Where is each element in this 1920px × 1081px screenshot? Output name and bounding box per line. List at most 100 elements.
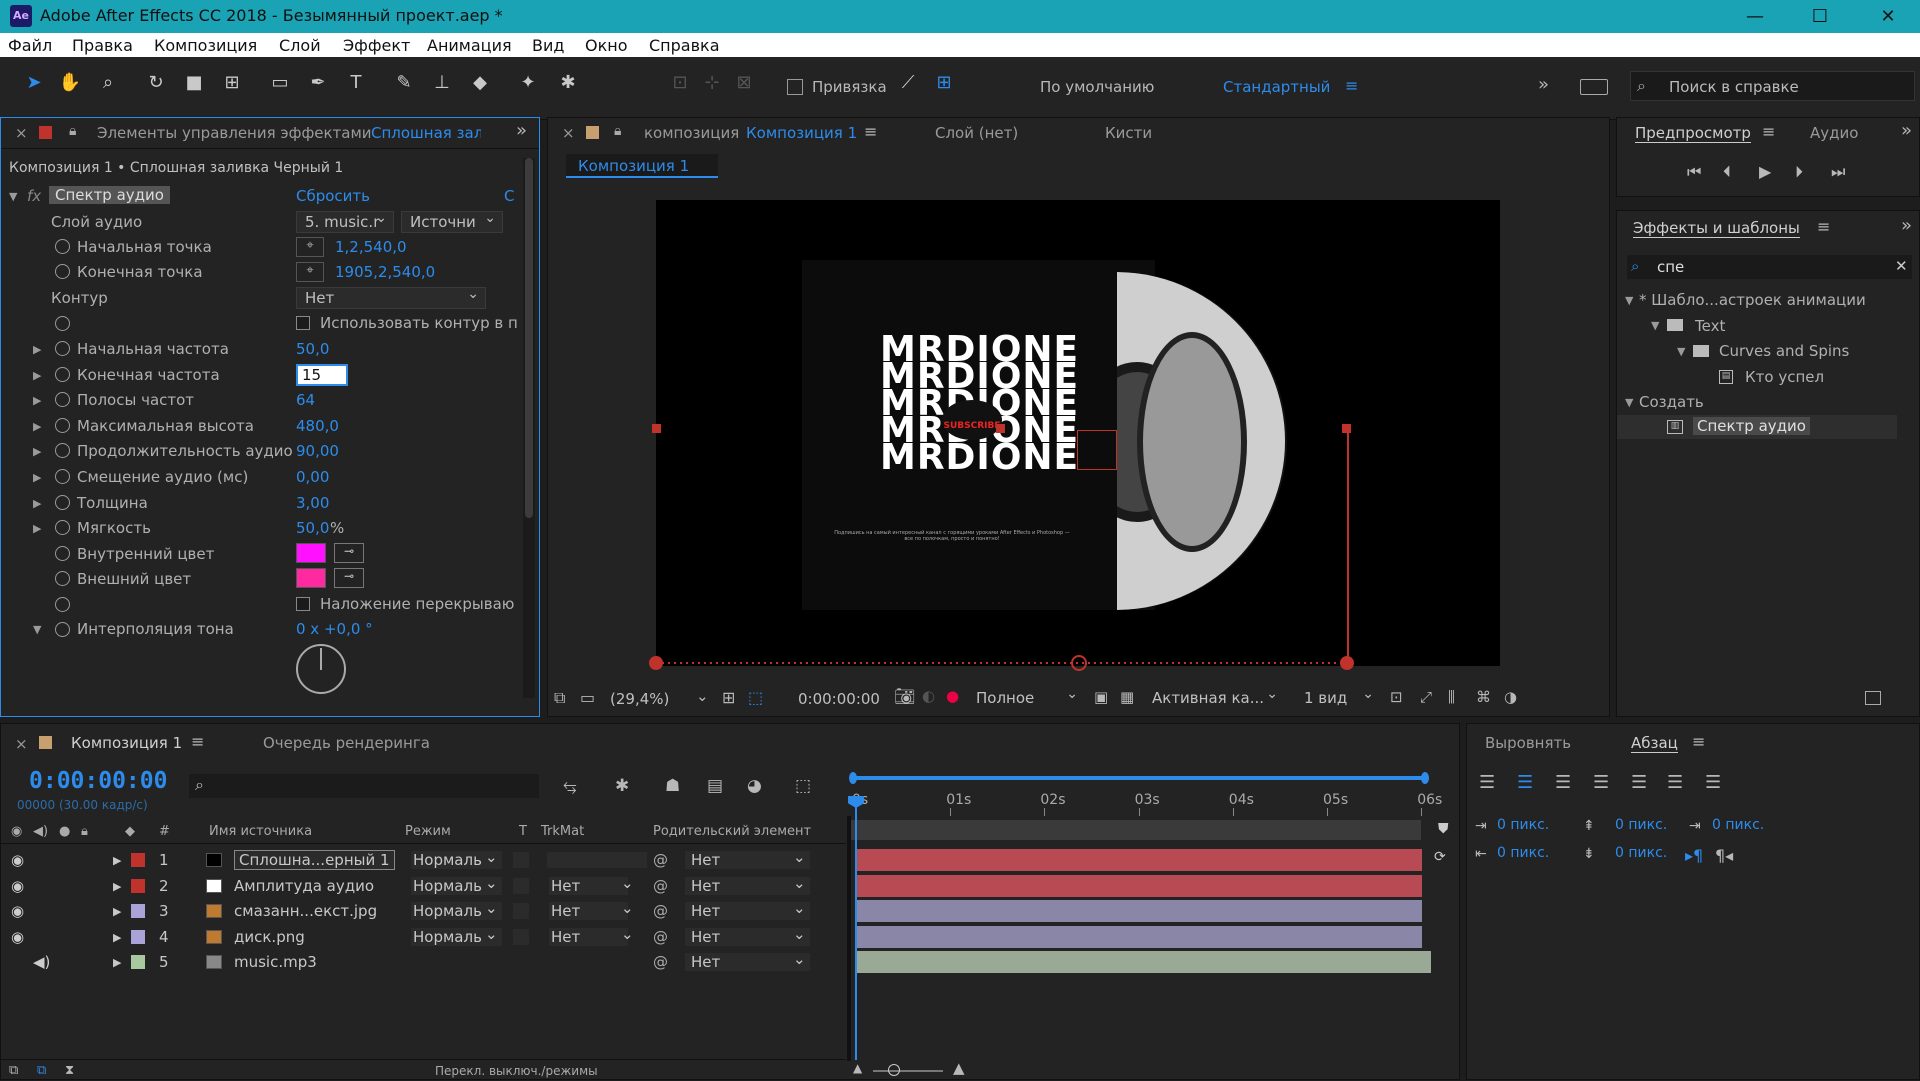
close-window-button[interactable]: ✕ [1858, 0, 1918, 33]
zoom-slider[interactable]: ▲ ▲ [853, 1059, 973, 1081]
param-value[interactable]: 50,0 [296, 340, 329, 358]
about-link[interactable]: С [504, 187, 514, 205]
parent-dropdown[interactable]: Нет [685, 876, 811, 895]
chevron-down-icon[interactable]: ⌄ [793, 874, 806, 892]
show-snapshot-icon[interactable]: ◐ [922, 687, 935, 705]
brushes-tab[interactable]: Кисти [1105, 124, 1152, 142]
chevron-down-icon[interactable]: ⌄ [696, 687, 709, 705]
crosshair-icon[interactable]: ⌖ [296, 237, 324, 257]
eye-icon[interactable]: ◉ [11, 902, 24, 920]
first-frame-icon[interactable]: ⏮ [1687, 162, 1701, 182]
stopwatch-icon[interactable] [55, 264, 70, 279]
menu-layer[interactable]: Слой [279, 36, 321, 55]
graph-editor-icon[interactable]: ⬚ [795, 776, 811, 796]
inner-color-swatch[interactable] [296, 543, 326, 563]
stopwatch-icon[interactable] [55, 469, 70, 484]
last-frame-icon[interactable]: ⏭ [1831, 162, 1845, 182]
timeline-icon[interactable]: ⫼ [1448, 688, 1455, 706]
preserve-transparency-checkbox[interactable] [513, 903, 529, 920]
tree-item-generate[interactable]: Создать [1639, 393, 1704, 411]
param-value[interactable]: 480,0 [296, 417, 339, 435]
rotate-tool-icon[interactable]: ↻ [144, 71, 168, 95]
layer-name[interactable]: диск.png [234, 928, 305, 946]
layer-duration-bar[interactable] [856, 849, 1422, 871]
expand-icon[interactable]: ▶ [33, 369, 41, 382]
composition-mini-flowchart-icon[interactable]: ⥃ [563, 776, 577, 796]
justify-all-icon[interactable]: ☰ [1705, 772, 1721, 793]
trkmat-dropdown[interactable]: Нет [549, 927, 629, 946]
effect-controls-layer-tab[interactable]: Сплошная зал [371, 124, 481, 142]
hand-tool-icon[interactable]: ✋ [58, 71, 82, 95]
align-center-icon[interactable]: ☰ [1517, 772, 1533, 793]
use-path-checkbox[interactable] [296, 316, 310, 330]
indent-right-value[interactable]: 0 пикс. [1497, 845, 1549, 861]
layer-row[interactable]: ◀) ▶ 5 music.mp3 @ Нет ⌄ [1, 950, 846, 975]
menu-window[interactable]: Окно [585, 36, 628, 55]
chevron-down-icon[interactable]: ⌄ [485, 874, 498, 892]
lock-icon[interactable]: 🔒︎ [614, 123, 621, 139]
roto-brush-tool-icon[interactable]: ✦ [516, 71, 540, 95]
stopwatch-icon[interactable] [55, 494, 70, 510]
tree-item-audio-spectrum[interactable]: Спектр аудио [1693, 417, 1810, 435]
chevron-down-icon[interactable]: ⌄ [621, 874, 634, 892]
panel-menu-icon[interactable]: ≡ [1817, 217, 1830, 236]
indent-left-value[interactable]: 0 пикс. [1497, 817, 1549, 833]
resolution-icon[interactable]: ⊞ [722, 688, 735, 707]
chevron-down-icon[interactable]: ⌄ [793, 899, 806, 917]
expand-modes-icon[interactable]: ⧉ [37, 1063, 46, 1078]
effect-controls-tab[interactable]: Элементы управления эффектами [97, 124, 372, 142]
space-before-value[interactable]: 0 пикс. [1615, 817, 1667, 833]
selection-tool-icon[interactable]: ➤ [22, 71, 46, 95]
pick-whip-icon[interactable]: @ [653, 851, 668, 869]
menu-file[interactable]: Файл [8, 36, 52, 55]
layer-duration-bar[interactable] [856, 951, 1431, 974]
stopwatch-icon[interactable] [55, 520, 70, 536]
trkmat-dropdown[interactable]: Нет [549, 876, 629, 895]
comp-settings-icon[interactable]: ⧉ [9, 1063, 18, 1078]
lock-icon[interactable]: 🔒︎ [69, 123, 76, 139]
expand-icon[interactable]: ▶ [113, 854, 121, 867]
stopwatch-icon[interactable] [55, 546, 70, 561]
monitor-icon[interactable]: ▭ [580, 688, 595, 707]
color-channels-icon[interactable]: ● [946, 687, 959, 705]
shy-icon[interactable]: ☗ [665, 776, 680, 796]
audio-layer-dropdown[interactable]: 5. music.r [296, 211, 394, 233]
effect-expand-icon[interactable]: ▼ [9, 190, 17, 203]
play-icon[interactable]: ▶ [1759, 162, 1771, 181]
snap-checkbox[interactable] [787, 79, 803, 95]
end-point-value[interactable]: 1905,2,540,0 [335, 263, 435, 281]
workspace-overflow-icon[interactable]: » [1538, 74, 1549, 95]
layer-row[interactable]: ◉ ▶ 1 Сплошна...ерный 1 Нормаль ⌄ @ Нет ⌄ [1, 848, 846, 873]
expand-icon[interactable]: ▶ [113, 931, 121, 944]
chevron-down-icon[interactable]: ⌄ [485, 899, 498, 917]
expand-icon[interactable]: ▼ [1677, 345, 1685, 358]
spectrum-handle[interactable] [996, 424, 1005, 433]
draft-3d-icon[interactable]: ✱ [615, 776, 629, 796]
expand-icon[interactable]: ▶ [113, 880, 121, 893]
comp-viewer[interactable]: MRDIONE MRDIONE MRDIONE MRDIONE MRDIONE … [649, 200, 1500, 671]
ltr-icon[interactable]: ▸¶ [1685, 846, 1703, 865]
preview-tab[interactable]: Предпросмотр [1635, 124, 1751, 143]
tree-item-presets[interactable]: * Шабло...астроек анимации [1639, 291, 1866, 309]
pick-whip-icon[interactable]: @ [653, 902, 668, 920]
axis-world-icon[interactable]: ⊹ [700, 71, 724, 95]
eye-icon[interactable]: ◉ [11, 851, 24, 869]
effects-presets-tab[interactable]: Эффекты и шаблоны [1633, 219, 1800, 238]
new-bin-icon[interactable] [1865, 691, 1881, 705]
tree-item-preset[interactable]: Кто успел [1745, 368, 1824, 386]
end-point-marker[interactable] [1340, 656, 1354, 670]
preserve-transparency-checkbox[interactable] [513, 928, 529, 945]
stopwatch-icon[interactable] [55, 417, 70, 433]
axis-view-icon[interactable]: ⊠ [732, 71, 756, 95]
param-value[interactable]: 3,00 [296, 494, 329, 512]
effect-name[interactable]: Спектр аудио [49, 186, 170, 204]
expand-icon[interactable]: ▶ [33, 522, 41, 535]
panel-overflow-icon[interactable]: » [516, 120, 527, 141]
rectangle-tool-icon[interactable]: ▭ [268, 71, 292, 95]
zoom-tool-icon[interactable]: ⌕ [96, 71, 120, 95]
render-time-icon[interactable]: ⧗ [65, 1063, 74, 1078]
audio-tab[interactable]: Аудио [1810, 124, 1858, 142]
overlap-checkbox[interactable] [296, 597, 310, 611]
zoom-in-icon[interactable]: ▲ [953, 1059, 965, 1077]
fast-previews-icon[interactable]: ⤢ [1420, 688, 1432, 706]
